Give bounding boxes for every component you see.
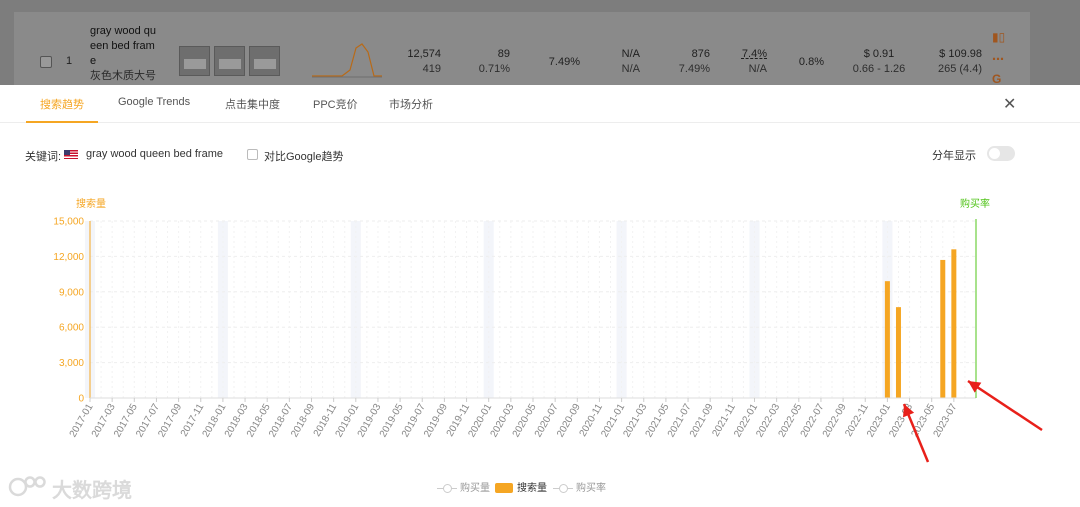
tab-ppc-bid[interactable]: PPC竞价 bbox=[313, 96, 358, 112]
legend-item-purchase-volume[interactable]: 购买量 bbox=[437, 479, 490, 494]
keyword-value: gray wood queen bed frame bbox=[86, 148, 223, 160]
legend-label: 购买量 bbox=[460, 483, 490, 494]
price-cell: $ 109.98 265 (4.4) bbox=[928, 47, 982, 77]
clicks-cell: 89 0.71% bbox=[470, 47, 510, 77]
close-icon[interactable]: ✕ bbox=[1003, 94, 1016, 114]
share-value: 7.4% bbox=[741, 48, 767, 60]
na-cell: N/A N/A bbox=[610, 47, 640, 77]
legend-bar-marker bbox=[495, 483, 513, 494]
tab-click-concentration[interactable]: 点击集中度 bbox=[225, 96, 280, 112]
price-value: $ 109.98 bbox=[939, 48, 982, 60]
us-flag-icon bbox=[64, 150, 78, 159]
more-icon[interactable]: ⋯ bbox=[992, 52, 1004, 66]
background-table-row: 1 gray wood qu een bed fram e 灰色木质大号 12,… bbox=[0, 0, 1080, 86]
reviews-value: 265 (4.4) bbox=[937, 63, 982, 75]
product-thumbnail[interactable] bbox=[179, 46, 210, 76]
compare-google-label[interactable]: 对比Google趋势 bbox=[264, 148, 343, 164]
screen: 1 gray wood qu een bed fram e 灰色木质大号 12,… bbox=[0, 0, 1080, 507]
share-cell: 7.4% N/A bbox=[735, 47, 767, 77]
keyword-label: 关键词: bbox=[25, 151, 62, 163]
conversion-cell: 7.49% bbox=[548, 56, 580, 68]
na-value: N/A bbox=[621, 48, 640, 60]
tab-market-analysis[interactable]: 市场分析 bbox=[389, 96, 433, 112]
ppc-cell: $ 0.91 0.66 - 1.26 bbox=[850, 47, 908, 77]
search-volume-cell: 12,574 419 bbox=[405, 47, 441, 77]
share-sub-value: N/A bbox=[748, 63, 767, 75]
legend-line-marker bbox=[553, 483, 573, 493]
year-display-toggle[interactable] bbox=[987, 146, 1015, 161]
legend-item-purchase-rate[interactable]: 购买率 bbox=[553, 479, 606, 494]
legend-label: 搜索量 bbox=[517, 483, 547, 494]
tab-google-trends[interactable]: Google Trends bbox=[118, 96, 190, 108]
purchases-cell: 876 7.49% bbox=[670, 47, 710, 77]
ratio-cell: 0.8% bbox=[798, 56, 824, 68]
row-checkbox[interactable] bbox=[40, 56, 52, 68]
legend-label: 购买率 bbox=[576, 483, 606, 494]
product-thumbnail[interactable] bbox=[249, 46, 280, 76]
purchases-value: 876 bbox=[691, 48, 710, 60]
year-display-label: 分年显示 bbox=[932, 150, 976, 162]
compare-google-checkbox[interactable] bbox=[247, 149, 258, 160]
google-icon[interactable]: G bbox=[992, 72, 1001, 86]
search-volume-value: 12,574 bbox=[407, 48, 441, 60]
bar-chart-icon[interactable]: ▮▯ bbox=[992, 30, 1005, 44]
tab-search-trend[interactable]: 搜索趋势 bbox=[40, 96, 84, 112]
trend-modal: 搜索趋势 Google Trends 点击集中度 PPC竞价 市场分析 ✕ 关键… bbox=[0, 85, 1080, 507]
trend-sparkline bbox=[312, 43, 382, 78]
na-value: N/A bbox=[621, 63, 640, 75]
row-keyword-title[interactable]: gray wood qu een bed fram e 灰色木质大号 bbox=[90, 24, 162, 84]
active-tab-indicator bbox=[26, 121, 98, 123]
ppc-value: $ 0.91 bbox=[863, 48, 895, 60]
modal-tab-bar: 搜索趋势 Google Trends 点击集中度 PPC竞价 市场分析 ✕ bbox=[0, 85, 1080, 123]
legend-line-marker bbox=[437, 483, 457, 493]
row-keyword-line: gray wood qu bbox=[90, 25, 157, 37]
row-keyword-line: e bbox=[90, 55, 97, 67]
row-keyword-cn: 灰色木质大号 bbox=[90, 70, 156, 82]
clicks-value: 89 bbox=[497, 48, 510, 60]
product-thumbnail[interactable] bbox=[214, 46, 245, 76]
legend-item-search-volume[interactable]: 搜索量 bbox=[495, 479, 547, 494]
purchase-rate-value: 7.49% bbox=[678, 63, 710, 75]
ppc-range-value: 0.66 - 1.26 bbox=[852, 63, 906, 75]
click-rate-value: 0.71% bbox=[478, 63, 510, 75]
watermark-logo-icon bbox=[8, 476, 46, 497]
search-rank-value: 419 bbox=[422, 63, 441, 75]
watermark-text: 大数跨境 bbox=[52, 480, 132, 502]
row-keyword-line: een bed fram bbox=[90, 40, 155, 52]
row-index: 1 bbox=[66, 55, 73, 67]
